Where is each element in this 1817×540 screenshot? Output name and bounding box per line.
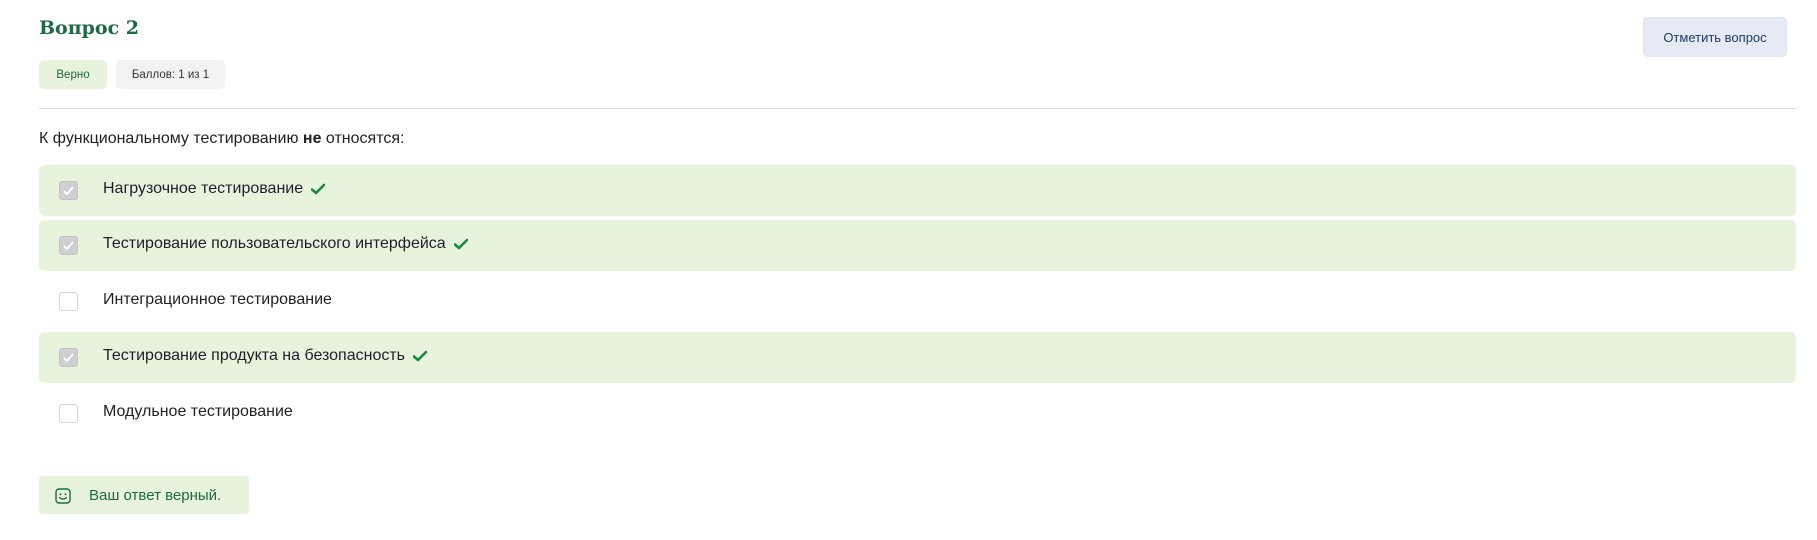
- checkbox-check-icon: [63, 353, 74, 363]
- answer-option[interactable]: Интеграционное тестирование: [39, 276, 1796, 327]
- answer-option[interactable]: Тестирование пользовательского интерфейс…: [39, 220, 1796, 271]
- divider: [39, 108, 1797, 109]
- question-text-end: относятся:: [321, 130, 405, 147]
- smile-icon: [55, 488, 71, 504]
- answer-label: Тестирование продукта на безопасность: [103, 347, 406, 364]
- flag-question-button[interactable]: Отметить вопрос: [1643, 17, 1787, 57]
- correct-check-icon: [311, 183, 326, 195]
- answer-checkbox[interactable]: [59, 181, 78, 200]
- answer-checkbox[interactable]: [59, 348, 78, 367]
- status-badge: Верно: [39, 60, 107, 89]
- checkbox-check-icon: [63, 241, 74, 251]
- question-text-emphasis: не: [302, 130, 322, 147]
- question-text: К функциональному тестированию не относя…: [39, 130, 404, 148]
- correct-check-icon: [453, 238, 468, 250]
- answer-checkbox[interactable]: [59, 292, 78, 311]
- question-title: Вопрос 2: [39, 17, 140, 39]
- answer-label-container: Нагрузочное тестирование: [103, 180, 326, 198]
- answer-label: Нагрузочное тестирование: [103, 180, 304, 197]
- answer-label-container: Тестирование продукта на безопасность: [103, 347, 428, 365]
- answer-label: Тестирование пользовательского интерфейс…: [103, 235, 446, 252]
- answer-option[interactable]: Нагрузочное тестирование: [39, 165, 1796, 216]
- answer-checkbox[interactable]: [59, 236, 78, 255]
- checkbox-check-icon: [63, 186, 74, 196]
- answer-option[interactable]: Тестирование продукта на безопасность: [39, 332, 1796, 383]
- correct-check-icon: [413, 350, 428, 362]
- answer-option[interactable]: Модульное тестирование: [39, 388, 1796, 439]
- answer-label: Интеграционное тестирование: [103, 291, 332, 308]
- answer-label-container: Модульное тестирование: [103, 403, 293, 421]
- feedback-box: Ваш ответ верный.: [39, 476, 249, 514]
- answer-label: Модульное тестирование: [103, 403, 293, 420]
- answer-label-container: Тестирование пользовательского интерфейс…: [103, 235, 468, 253]
- question-text-start: К функциональному тестированию: [39, 130, 303, 147]
- score-badge: Баллов: 1 из 1: [116, 60, 225, 89]
- answer-checkbox[interactable]: [59, 404, 78, 423]
- feedback-text: Ваш ответ верный.: [89, 487, 222, 504]
- answer-label-container: Интеграционное тестирование: [103, 291, 332, 309]
